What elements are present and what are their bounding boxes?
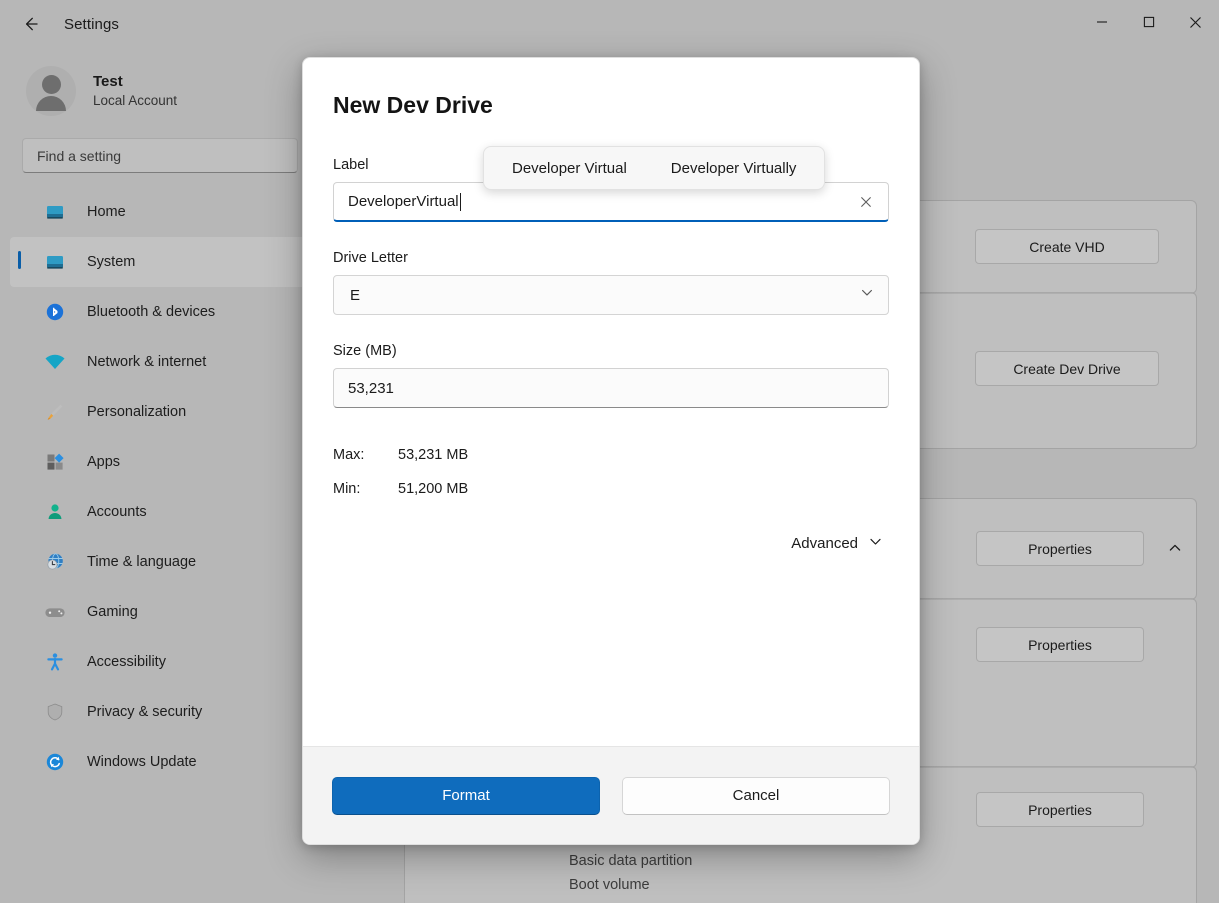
sidebar-item-windows-update[interactable]: Windows Update <box>10 737 310 787</box>
back-button[interactable] <box>12 8 50 40</box>
size-caption: Size (MB) <box>333 343 889 359</box>
sidebar-item-label: Windows Update <box>87 754 197 770</box>
suggestion-item-1[interactable]: Developer Virtual <box>506 156 633 181</box>
settings-window: Settings <box>0 0 1219 903</box>
shield-icon <box>44 701 66 723</box>
close-x-icon <box>860 196 872 208</box>
sidebar-item-privacy-security[interactable]: Privacy & security <box>10 687 310 737</box>
volume-detail-line-1: Basic data partition <box>569 849 692 873</box>
app-title: Settings <box>64 16 119 33</box>
format-button[interactable]: Format <box>332 777 600 815</box>
accessibility-icon <box>44 651 66 673</box>
minimize-button[interactable] <box>1078 0 1125 44</box>
sidebar-item-bluetooth-devices[interactable]: Bluetooth & devices <box>10 287 310 337</box>
advanced-row: Advanced <box>333 530 889 557</box>
size-input[interactable]: 53,231 <box>333 368 889 408</box>
title-bar: Settings <box>0 0 1219 48</box>
avatar-body <box>36 96 66 111</box>
drive-letter-caption: Drive Letter <box>333 250 889 266</box>
drive-letter-field-group: Drive Letter E <box>333 250 889 315</box>
advanced-label: Advanced <box>791 535 858 552</box>
advanced-expander-button[interactable]: Advanced <box>785 530 889 557</box>
sidebar-item-label: Home <box>87 204 126 220</box>
label-input-value: DeveloperVirtual <box>348 193 459 210</box>
system-monitor-icon <box>44 251 66 273</box>
close-button[interactable] <box>1172 0 1219 44</box>
size-limits: Max: 53,231 MB Min: 51,200 MB <box>333 438 889 506</box>
window-controls <box>1078 0 1219 44</box>
search-box[interactable] <box>22 138 298 173</box>
drive-letter-select[interactable]: E <box>333 275 889 315</box>
avatar <box>26 66 76 116</box>
close-x-icon <box>1189 16 1202 29</box>
sidebar-item-label: Personalization <box>87 404 186 420</box>
avatar-head <box>42 75 61 94</box>
sidebar-item-system[interactable]: System <box>10 237 310 287</box>
bluetooth-icon <box>44 301 66 323</box>
size-input-value: 53,231 <box>348 380 394 397</box>
sidebar-nav-list: Home System <box>0 187 320 787</box>
minimize-icon <box>1096 16 1108 28</box>
sidebar-item-accessibility[interactable]: Accessibility <box>10 637 310 687</box>
sidebar-item-label: Privacy & security <box>87 704 202 720</box>
properties-button-2[interactable]: Properties <box>976 627 1144 662</box>
chevron-down-icon <box>860 286 874 305</box>
suggestion-item-2[interactable]: Developer Virtually <box>665 156 803 181</box>
home-monitor-icon <box>44 201 66 223</box>
sidebar-item-label: Accessibility <box>87 654 166 670</box>
min-size-value: 51,200 MB <box>398 472 468 506</box>
min-size-row: Min: 51,200 MB <box>333 472 889 506</box>
sidebar-item-label: System <box>87 254 135 270</box>
wifi-icon <box>44 351 66 373</box>
clear-label-button[interactable] <box>854 190 878 214</box>
sidebar-item-label: Network & internet <box>87 354 206 370</box>
gamepad-icon <box>44 601 66 623</box>
maximize-button[interactable] <box>1125 0 1172 44</box>
sidebar-item-label: Bluetooth & devices <box>87 304 215 320</box>
update-refresh-icon <box>44 751 66 773</box>
dialog-footer: Format Cancel <box>303 746 919 844</box>
label-suggestion-popup: Developer Virtual Developer Virtually <box>483 146 825 190</box>
create-vhd-button[interactable]: Create VHD <box>975 229 1159 264</box>
clock-globe-icon <box>44 551 66 573</box>
sidebar-item-home[interactable]: Home <box>10 187 310 237</box>
create-dev-drive-button[interactable]: Create Dev Drive <box>975 351 1159 386</box>
maximize-icon <box>1143 16 1155 28</box>
properties-button-3[interactable]: Properties <box>976 792 1144 827</box>
account-name: Test <box>93 72 177 92</box>
drive-letter-value: E <box>350 287 360 304</box>
person-icon <box>44 501 66 523</box>
text-caret <box>460 193 461 211</box>
search-input[interactable] <box>35 147 285 165</box>
min-size-key: Min: <box>333 472 398 506</box>
sidebar-item-accounts[interactable]: Accounts <box>10 487 310 537</box>
chevron-down-icon <box>868 534 883 553</box>
paintbrush-icon <box>44 401 66 423</box>
new-dev-drive-dialog: New Dev Drive Label DeveloperVirtual Dri… <box>302 57 920 845</box>
back-arrow-icon <box>21 14 41 34</box>
sidebar-item-label: Accounts <box>87 504 147 520</box>
sidebar-item-apps[interactable]: Apps <box>10 437 310 487</box>
sidebar-item-personalization[interactable]: Personalization <box>10 387 310 437</box>
sidebar: Test Local Account Home <box>0 48 320 903</box>
account-text: Test Local Account <box>93 72 177 110</box>
account-card[interactable]: Test Local Account <box>0 48 320 134</box>
apps-grid-icon <box>44 451 66 473</box>
sidebar-item-time-language[interactable]: Time & language <box>10 537 310 587</box>
sidebar-item-gaming[interactable]: Gaming <box>10 587 310 637</box>
sidebar-item-label: Apps <box>87 454 120 470</box>
cancel-button[interactable]: Cancel <box>622 777 890 815</box>
sidebar-item-network-internet[interactable]: Network & internet <box>10 337 310 387</box>
dialog-title: New Dev Drive <box>333 92 889 119</box>
size-field-group: Size (MB) 53,231 <box>333 343 889 408</box>
max-size-row: Max: 53,231 MB <box>333 438 889 472</box>
max-size-value: 53,231 MB <box>398 438 468 472</box>
sidebar-item-label: Time & language <box>87 554 196 570</box>
properties-button-1[interactable]: Properties <box>976 531 1144 566</box>
chevron-up-icon[interactable] <box>1162 535 1188 561</box>
volume-detail-line-2: Boot volume <box>569 873 650 897</box>
sidebar-item-label: Gaming <box>87 604 138 620</box>
max-size-key: Max: <box>333 438 398 472</box>
account-type: Local Account <box>93 92 177 110</box>
